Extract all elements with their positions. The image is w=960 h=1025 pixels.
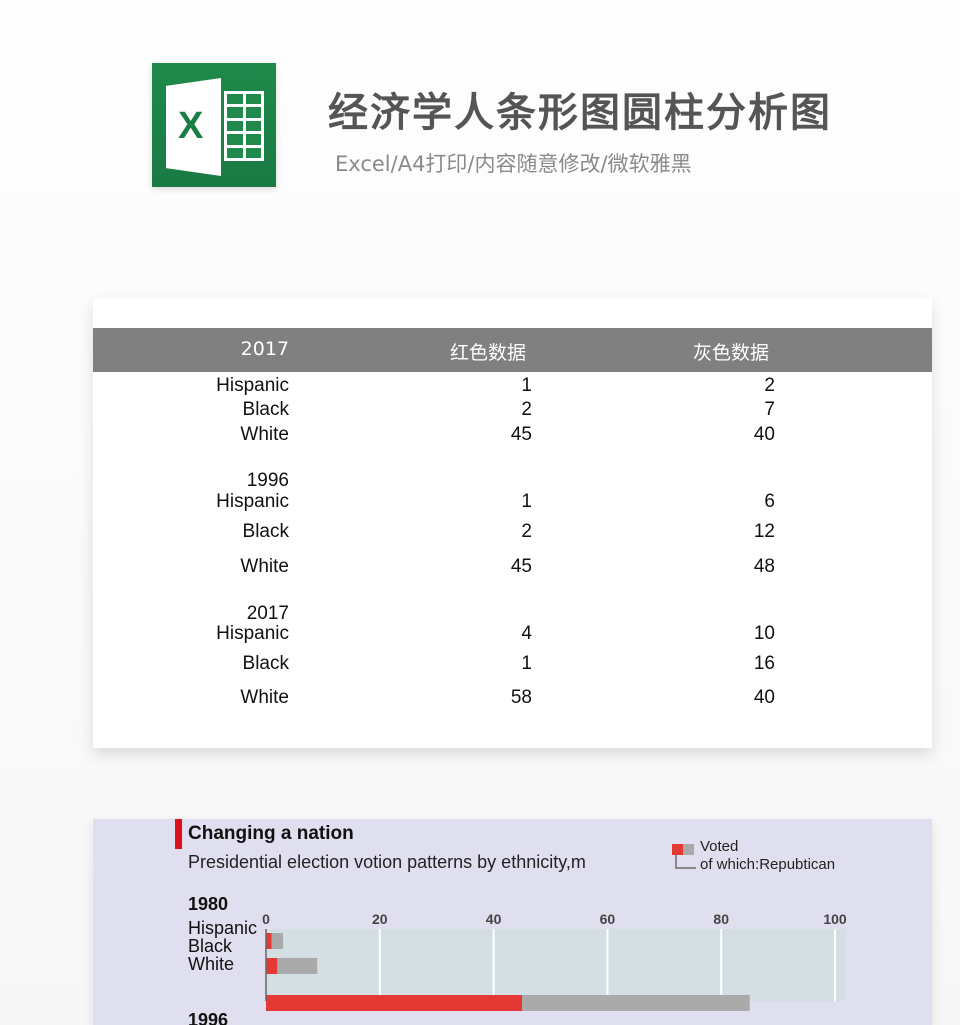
column-header-year: 2017 (240, 338, 289, 360)
x-tick-label: 0 (262, 911, 270, 927)
cell-gray: 12 (753, 521, 775, 542)
cell-gray: 48 (753, 556, 775, 577)
cell-gray: 2 (764, 375, 775, 396)
chart-panel: Changing a nation Presidential election … (93, 819, 932, 1025)
row-label: Hispanic (216, 623, 289, 644)
bar-black-gray (277, 958, 318, 974)
cell-gray: 10 (753, 623, 775, 644)
bar-white-gray (522, 995, 750, 1011)
cell-red: 45 (510, 424, 532, 445)
cell-red: 2 (521, 521, 532, 542)
cell-red: 1 (521, 653, 532, 674)
x-tick-label: 100 (823, 911, 847, 927)
bar-black-red (266, 958, 278, 974)
row-label: Hispanic (216, 375, 289, 396)
cell-red: 2 (521, 399, 532, 420)
page-subtitle: Excel/A4打印/内容随意修改/微软雅黑 (335, 152, 692, 176)
page-title: 经济学人条形图圆柱分析图 (328, 90, 832, 136)
cell-gray: 7 (764, 399, 775, 420)
page: X 经济学人条形图圆柱分析图 Excel/A4打印/内容随意修改/微软雅黑 20… (0, 0, 960, 1025)
excel-icon: X (152, 63, 276, 187)
excel-grid-icon (224, 91, 264, 161)
excel-letter: X (178, 105, 204, 147)
cell-gray: 16 (753, 653, 775, 674)
row-label: Black (242, 653, 289, 674)
cell-red: 58 (510, 687, 532, 708)
x-tick-label: 80 (713, 911, 729, 927)
cell-red: 45 (510, 556, 532, 577)
group-year-label: 1996 (246, 470, 289, 491)
bar-hispanic-red (266, 933, 272, 949)
group-year-label: 2017 (246, 603, 289, 624)
row-label: White (240, 687, 289, 708)
cell-gray: 6 (764, 491, 775, 512)
row-label: White (240, 556, 289, 577)
excel-doc-shape: X (166, 78, 221, 176)
row-label: Black (242, 521, 289, 542)
row-label: Hispanic (216, 491, 289, 512)
bar-white-red (266, 995, 523, 1011)
x-tick-label: 20 (372, 911, 388, 927)
plot-background (266, 929, 845, 1001)
cell-gray: 40 (753, 424, 775, 445)
stacked-bar-chart: 0 20 40 60 80 100 (262, 911, 847, 1011)
column-header-red-data: 红色数据 (450, 342, 527, 364)
table-header: 2017 红色数据 灰色数据 (93, 328, 932, 372)
row-label: White (240, 424, 289, 445)
x-tick-label: 40 (486, 911, 502, 927)
cell-red: 4 (521, 623, 532, 644)
bar-hispanic-gray (271, 933, 284, 949)
cell-red: 1 (521, 491, 532, 512)
cell-red: 1 (521, 375, 532, 396)
column-header-gray-data: 灰色数据 (693, 342, 770, 364)
data-table-card: 2017 红色数据 灰色数据 Hispanic 1 2 Black 2 7 Wh… (93, 298, 932, 748)
row-label: Black (242, 399, 289, 420)
x-tick-label: 60 (600, 911, 616, 927)
cell-gray: 40 (753, 687, 775, 708)
